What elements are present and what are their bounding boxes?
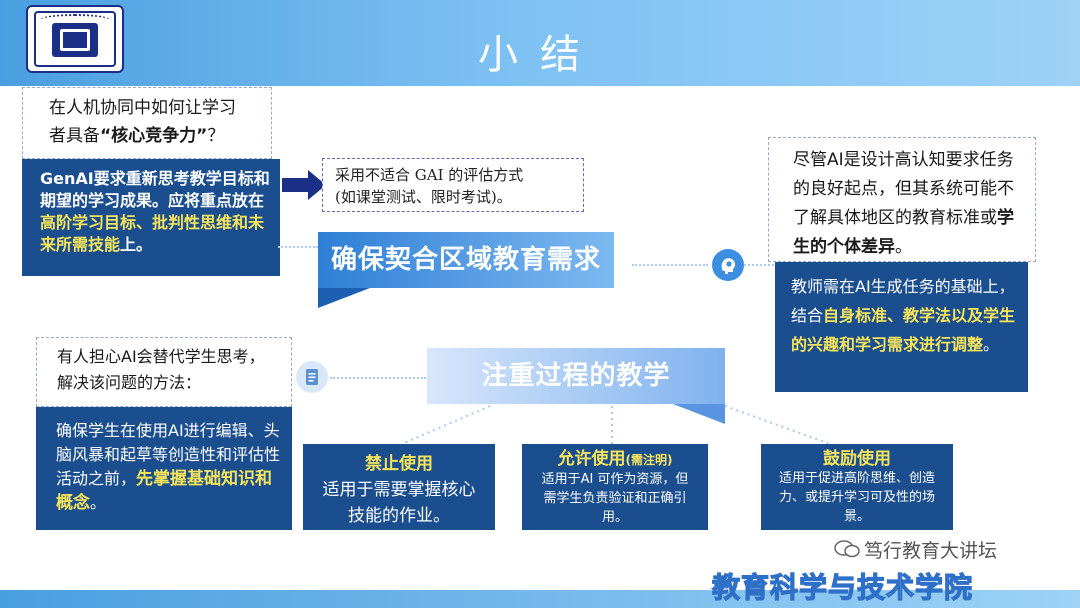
allow-use-body: 适用于AI 可作为资源，但需学生负责验证和正确引用。 bbox=[541, 472, 689, 525]
unsuitable-assessment-note: 采用不适合 GAI 的评估方式 (如课堂测试、限时考试)。 bbox=[322, 158, 584, 212]
competency-answer-panel: GenAI要求重新思考教学目标和期望的学习成果。应将重点放在高阶学习目标、批判性… bbox=[22, 159, 280, 276]
competency-question-line2: 者具备“核心竞争力”？ bbox=[49, 126, 225, 146]
banner-fold bbox=[318, 288, 370, 308]
wechat-icon bbox=[834, 540, 860, 558]
banner-connectors bbox=[401, 405, 831, 445]
encourage-use-body: 适用于促进高阶思维、创造力、或提升学习可及性的场景。 bbox=[778, 471, 935, 524]
lightbulb-head-icon bbox=[712, 249, 744, 281]
adjustment-factors-highlight: 自身标准、教学法以及学生的兴趣和学习需求进行调整 bbox=[791, 306, 1016, 354]
wechat-watermark: 笃行教育大讲坛 bbox=[864, 540, 998, 562]
encourage-use-box: 鼓励使用 适用于促进高阶思维、创造力、或提升学习可及性的场景。 bbox=[761, 444, 953, 530]
allow-use-title: 允许使用 bbox=[557, 449, 626, 469]
encourage-use-title: 鼓励使用 bbox=[823, 449, 891, 469]
core-competency-emphasis: “核心竞争力” bbox=[100, 126, 208, 146]
competency-question-box: 在人机协同中如何让学习 者具备“核心竞争力”？ bbox=[22, 87, 272, 159]
connector-dots bbox=[744, 264, 774, 266]
college-name: 教育科学与技术学院 bbox=[711, 570, 974, 604]
forbid-use-body: 适用于需要掌握核心技能的作业。 bbox=[322, 480, 476, 526]
foundational-knowledge-panel: 确保学生在使用AI进行编辑、头脑风暴和起草等创造性和评估性活动之前，先掌握基础知… bbox=[36, 407, 292, 530]
teacher-adjustment-panel: 教师需在AI生成任务的基础上，结合自身标准、教学法以及学生的兴趣和学习需求进行调… bbox=[775, 262, 1028, 392]
connector-dots bbox=[278, 246, 318, 248]
forbid-use-box: 禁止使用 适用于需要掌握核心技能的作业。 bbox=[303, 444, 495, 530]
regional-needs-banner: 确保契合区域教育需求 bbox=[318, 232, 614, 288]
forbid-use-title: 禁止使用 bbox=[365, 454, 433, 474]
page-title: 小结 bbox=[478, 32, 602, 78]
competency-question-line1: 在人机协同中如何让学习 bbox=[49, 98, 236, 118]
document-icon bbox=[296, 361, 328, 393]
connector-dots bbox=[330, 377, 426, 379]
allow-use-note: (需注明) bbox=[625, 453, 673, 467]
regional-concern-box: 尽管AI是设计高认知要求任务的良好起点，但其系统可能不了解具体地区的教育标准或学… bbox=[768, 137, 1036, 262]
connector-dots bbox=[632, 264, 708, 266]
thinking-replacement-question: 有人担心AI会替代学生思考， 解决该问题的方法： bbox=[36, 337, 292, 407]
allow-use-box: 允许使用(需注明) 适用于AI 可作为资源，但需学生负责验证和正确引用。 bbox=[522, 444, 708, 530]
process-teaching-banner: 注重过程的教学 bbox=[427, 348, 725, 404]
